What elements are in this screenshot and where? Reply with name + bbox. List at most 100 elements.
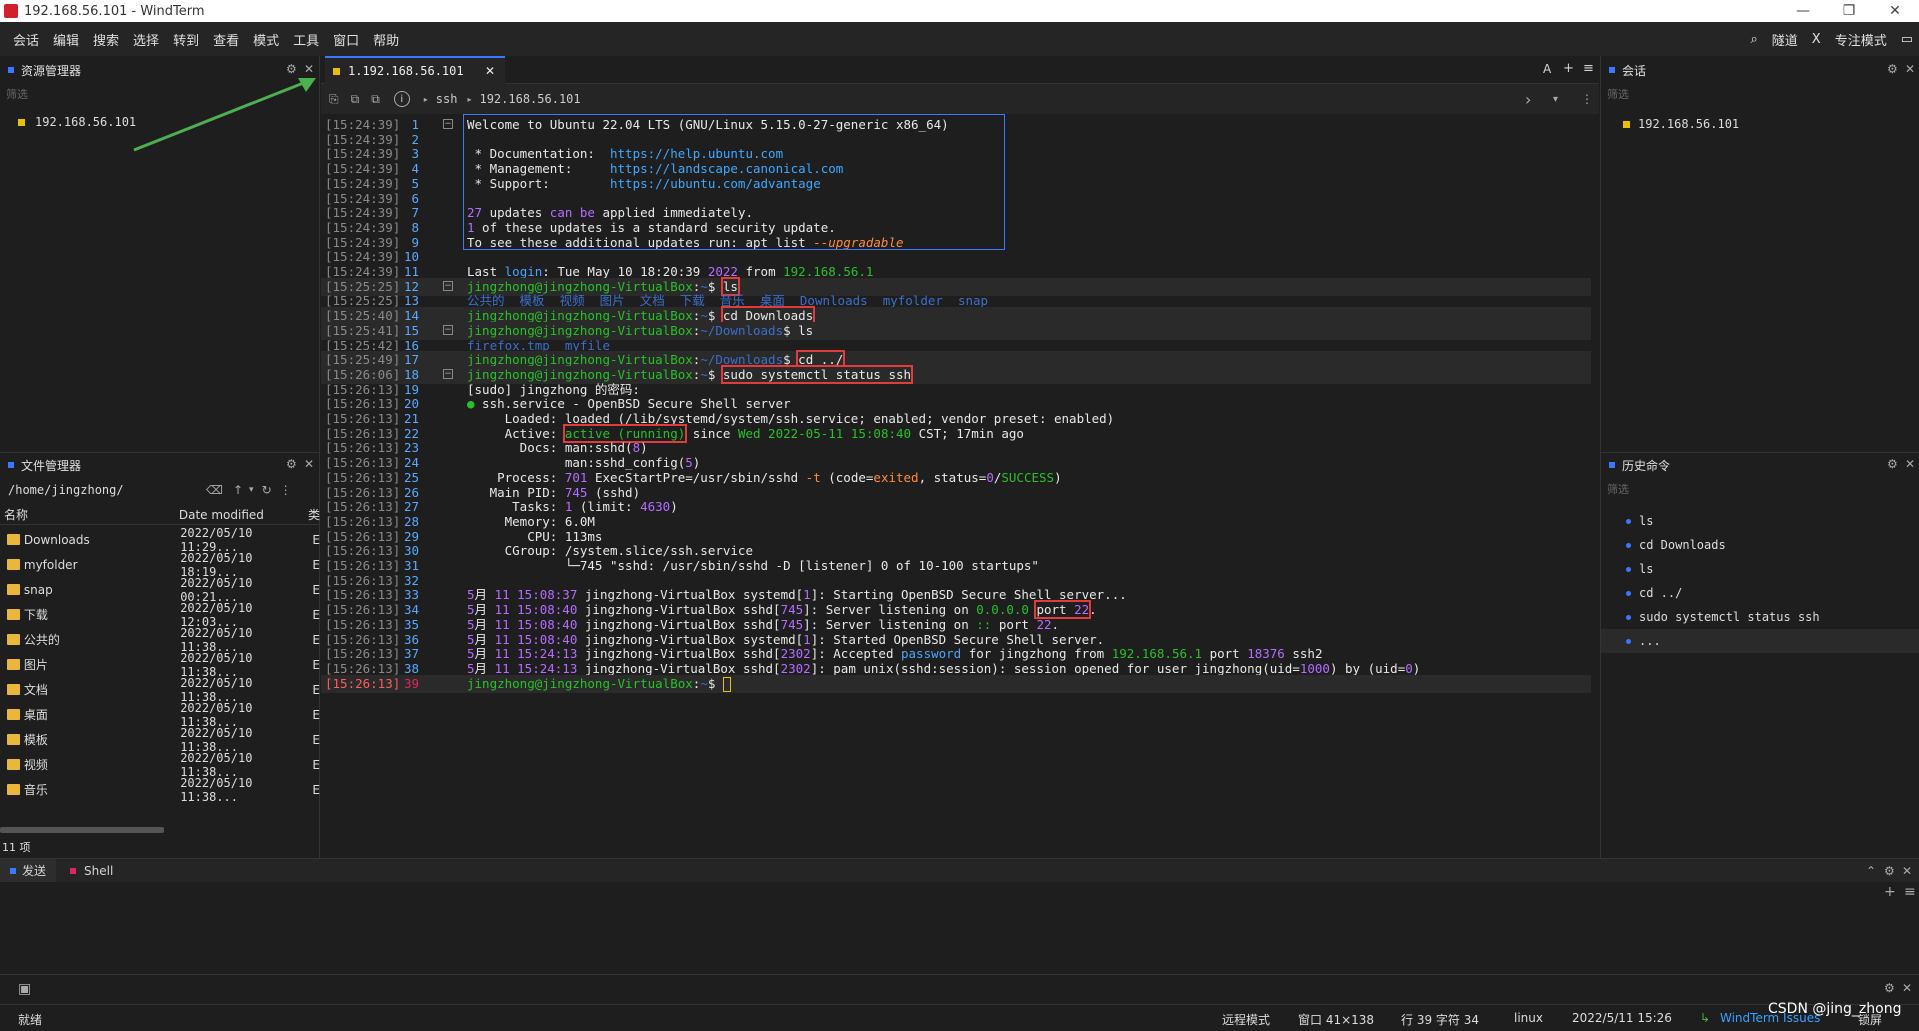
tab-close-icon[interactable]: ✕ (485, 64, 495, 78)
file-row[interactable]: 桌面 2022/05/10 11:38... E (0, 700, 320, 729)
history-item[interactable]: ls (1601, 557, 1919, 581)
file-manager-panel: 文件管理器 ⚙ ✕ /home/jingzhong/ ⌫ ↑ ▾ ↻ ⋮ 名称 … (0, 452, 320, 858)
fold-toggle-icon[interactable]: − (443, 119, 453, 129)
horizontal-scrollbar[interactable] (0, 827, 164, 833)
close-window-button[interactable]: ✕ (1872, 0, 1918, 22)
file-date: 2022/05/10 11:38... (180, 700, 253, 729)
open-icon[interactable]: ⧉ (351, 92, 360, 107)
new-session-icon[interactable]: ⎘ (329, 92, 339, 107)
file-row[interactable]: 下载 2022/05/10 12:03... E (0, 601, 320, 629)
duplicate-icon[interactable]: ⧉ (371, 92, 380, 107)
gear-icon[interactable]: ⚙ (1887, 457, 1898, 471)
close-icon[interactable]: ✕ (1905, 457, 1915, 471)
history-item[interactable]: cd Downloads (1601, 533, 1919, 557)
host-label[interactable]: 192.168.56.101 (479, 92, 580, 106)
file-name: 文档 (23, 683, 48, 697)
history-item-label: ls (1639, 514, 1654, 528)
fold-toggle-icon[interactable]: − (443, 280, 453, 291)
terminal-icon[interactable]: ▣ (18, 981, 31, 997)
search-icon[interactable]: ⌕ (1750, 32, 1757, 47)
up-arrow-icon[interactable]: ↑ (233, 483, 243, 497)
menu-edit[interactable]: 编辑 (46, 30, 86, 49)
tab-send[interactable]: 发送 (0, 858, 57, 883)
file-row[interactable]: snap 2022/05/10 00:21... E (0, 576, 320, 604)
path-input[interactable]: /home/jingzhong/ (0, 483, 200, 497)
status-cursor-pos[interactable]: 行 39 字符 34 (1401, 1011, 1479, 1028)
file-type: E (312, 682, 320, 697)
menu-window[interactable]: 窗口 (326, 30, 366, 49)
menu-mode[interactable]: 模式 (246, 30, 286, 49)
tab-menu-button[interactable]: ≡ (1583, 61, 1594, 76)
menu-icon[interactable]: ≡ (1904, 884, 1916, 900)
explorer-item-label: 192.168.56.101 (35, 115, 137, 129)
sessions-filter-input[interactable]: 筛选 (1601, 84, 1919, 104)
maximize-button[interactable]: ❐ (1826, 0, 1872, 22)
session-dot-icon (1623, 120, 1630, 128)
history-item[interactable]: cd ../ (1601, 581, 1919, 605)
fold-toggle-icon[interactable]: − (443, 368, 453, 379)
file-row[interactable]: 视频 2022/05/10 11:38... E (0, 751, 320, 779)
clear-path-icon[interactable]: ⌫ (206, 483, 223, 497)
watermark: CSDN @jing_zhong (1768, 1001, 1902, 1017)
tunnel-button[interactable]: 隧道 (1772, 30, 1798, 49)
file-row[interactable]: 音乐 2022/05/10 11:38... E (0, 776, 320, 804)
file-type: E (312, 532, 320, 547)
menu-tools[interactable]: 工具 (286, 30, 326, 49)
minimize-button[interactable]: — (1780, 0, 1826, 22)
tab-shell[interactable]: Shell (56, 859, 127, 883)
x-button[interactable]: X (1812, 32, 1821, 47)
menu-help[interactable]: 帮助 (366, 30, 406, 49)
more-icon[interactable]: ⋮ (1581, 92, 1593, 106)
file-row[interactable]: Downloads 2022/05/10 11:29... E (0, 526, 320, 554)
new-tab-button[interactable]: + (1563, 61, 1574, 76)
menu-session[interactable]: 会话 (6, 30, 46, 49)
line-number: 39 (403, 675, 419, 691)
focus-mode-button[interactable]: 专注模式 (1835, 30, 1887, 49)
session-item[interactable]: 192.168.56.101 (1601, 112, 1919, 136)
close-icon[interactable]: ✕ (1902, 981, 1912, 995)
chevron-right-icon[interactable]: › (1525, 90, 1531, 109)
history-item[interactable]: ls (1601, 509, 1919, 533)
status-window-size: 窗口 41×138 (1298, 1013, 1375, 1027)
status-mode[interactable]: 远程模式 (1222, 1011, 1270, 1028)
close-icon[interactable]: ✕ (1902, 864, 1912, 878)
collapse-icon[interactable]: ⌃ (1866, 864, 1876, 878)
menu-goto[interactable]: 转到 (166, 30, 206, 49)
close-icon[interactable]: ✕ (1905, 62, 1915, 76)
menu-search[interactable]: 搜索 (86, 30, 126, 49)
bullet-icon (1626, 542, 1631, 548)
history-item[interactable]: sudo systemctl status ssh (1601, 605, 1919, 629)
gear-icon[interactable]: ⚙ (1884, 864, 1895, 878)
col-extra-header[interactable]: 类 (308, 506, 320, 523)
send-input-area[interactable]: + ≡ (0, 882, 1919, 974)
gear-icon[interactable]: ⚙ (286, 457, 297, 471)
col-date-header[interactable]: Date modified (179, 508, 308, 522)
file-row[interactable]: 模板 2022/05/10 11:38... E (0, 726, 320, 754)
gear-icon[interactable]: ⚙ (1884, 981, 1895, 995)
menu-view[interactable]: 查看 (206, 30, 246, 49)
more-icon[interactable]: ⋮ (280, 483, 292, 497)
add-icon[interactable]: + (1884, 884, 1896, 900)
tab-session-1[interactable]: 1.192.168.56.101 ✕ (325, 56, 505, 84)
file-row[interactable]: 文档 2022/05/10 11:38... E (0, 676, 320, 704)
gear-icon[interactable]: ⚙ (1887, 62, 1898, 76)
history-filter-input[interactable]: 筛选 (1601, 479, 1919, 499)
status-ready: 就绪 (18, 1013, 43, 1027)
chevron-down-icon[interactable]: ▾ (1553, 94, 1558, 105)
window-title: 192.168.56.101 - WindTerm (24, 3, 205, 19)
file-row[interactable]: 图片 2022/05/10 11:38... E (0, 651, 320, 679)
fold-toggle-icon[interactable]: − (443, 324, 453, 335)
font-size-button[interactable]: A (1543, 62, 1551, 76)
info-icon[interactable]: i (393, 91, 410, 107)
close-icon[interactable]: ✕ (304, 457, 314, 471)
protocol-label[interactable]: ssh (436, 92, 458, 106)
chevron-down-icon[interactable]: ▾ (249, 485, 254, 495)
file-row[interactable]: 公共的 2022/05/10 11:38... E (0, 626, 320, 654)
terminal-output[interactable]: [15:24:39] 1 Welcome to Ubuntu 22.04 LTS (… (321, 114, 1599, 858)
layout-icon[interactable]: ▭ (1901, 32, 1913, 47)
menu-select[interactable]: 选择 (126, 30, 166, 49)
refresh-icon[interactable]: ↻ (262, 483, 272, 497)
col-name-header[interactable]: 名称 (0, 506, 179, 523)
history-item[interactable]: ... (1601, 629, 1919, 653)
file-row[interactable]: myfolder 2022/05/10 18:19... E (0, 551, 320, 579)
